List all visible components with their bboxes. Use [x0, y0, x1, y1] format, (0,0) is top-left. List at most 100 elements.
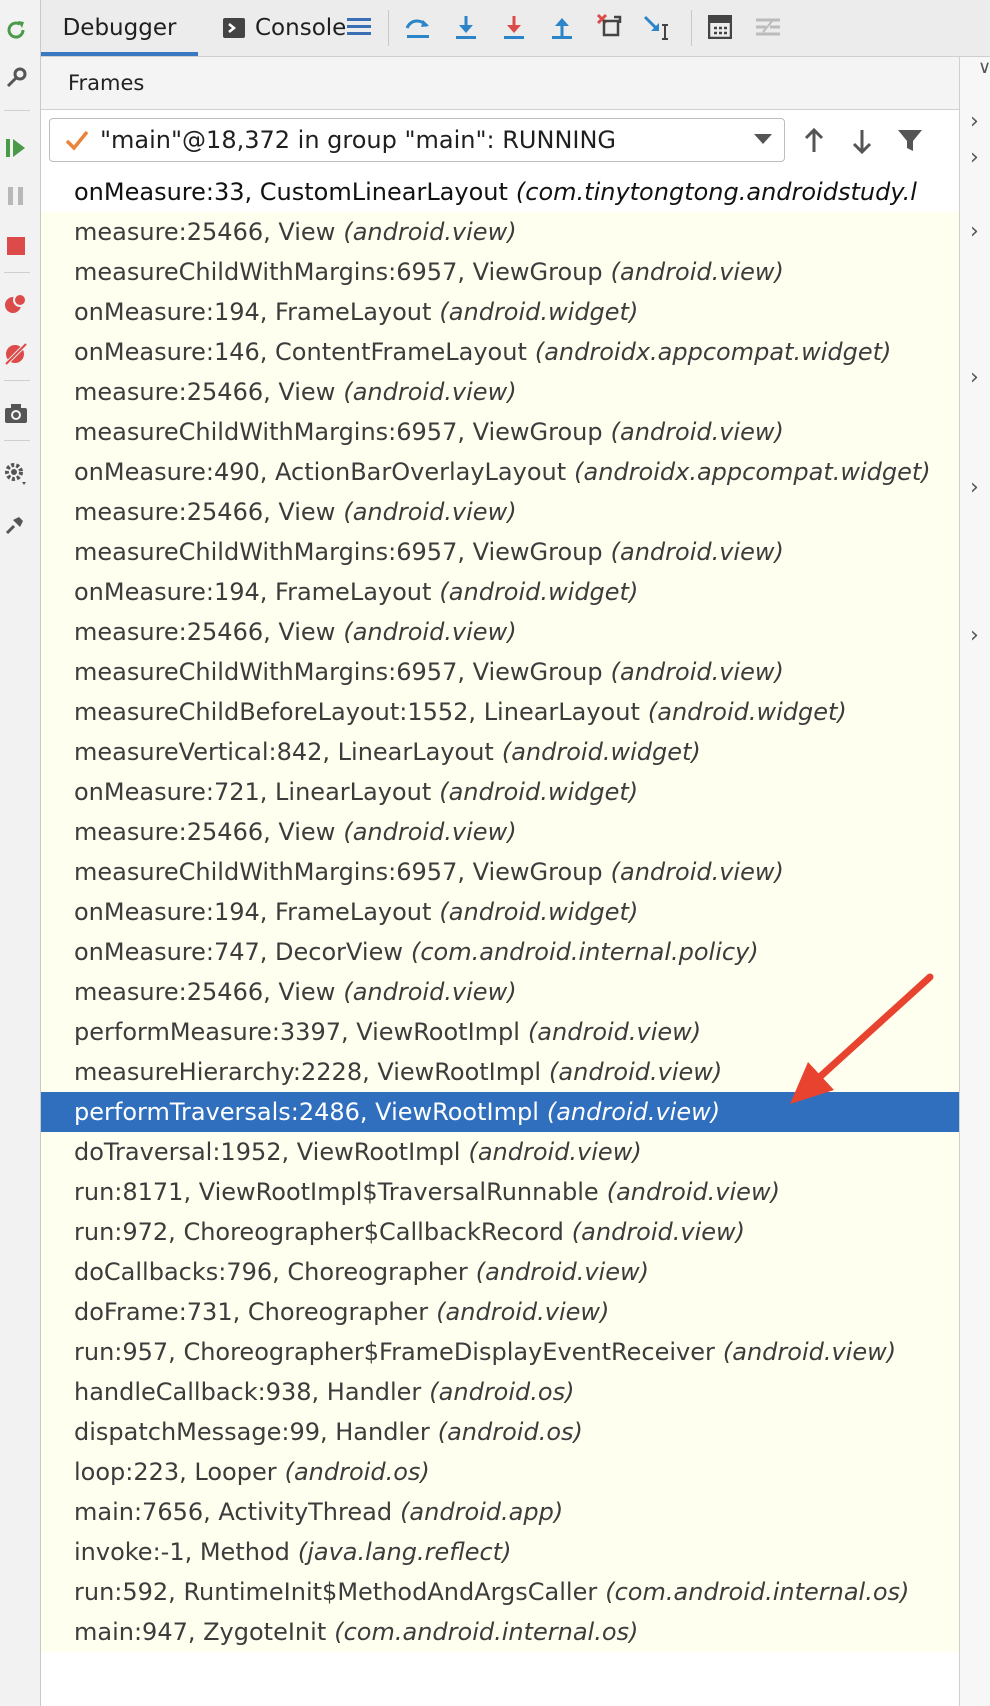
frame-package: (android.view) [343, 218, 517, 246]
frame-row[interactable]: onMeasure:747, DecorView (com.android.int… [41, 932, 959, 972]
frame-row-selected[interactable]: performTraversals:2486, ViewRootImpl (and… [41, 1092, 959, 1132]
frame-package: (android.view) [610, 258, 784, 286]
expand-chevron-icon[interactable]: › [970, 475, 979, 500]
frame-method: doCallbacks:796, Choreographer [74, 1258, 468, 1286]
run-to-cursor-icon[interactable] [643, 12, 673, 42]
frame-row[interactable]: run:8171, ViewRootImpl$TraversalRunnable… [41, 1172, 959, 1212]
frame-row[interactable]: onMeasure:194, FrameLayout (android.widge… [41, 892, 959, 932]
frame-row[interactable]: measure:25466, View (android.view) [41, 612, 959, 652]
evaluate-expression-icon[interactable] [705, 12, 735, 42]
frame-row[interactable]: loop:223, Looper (android.os) [41, 1452, 959, 1492]
frame-row[interactable]: onMeasure:194, FrameLayout (android.widge… [41, 572, 959, 612]
frame-row[interactable]: doTraversal:1952, ViewRootImpl (android.v… [41, 1132, 959, 1172]
resume-icon[interactable] [2, 134, 30, 162]
expand-chevron-icon[interactable]: › [970, 219, 979, 244]
threads-menu-icon[interactable] [344, 12, 374, 42]
thread-selector-dropdown[interactable]: "main"@18,372 in group "main": RUNNING [49, 118, 785, 162]
frame-row[interactable]: handleCallback:938, Handler (android.os) [41, 1372, 959, 1412]
chevron-down-icon [754, 134, 772, 144]
frame-method: dispatchMessage:99, Handler [74, 1418, 430, 1446]
camera-icon[interactable] [2, 400, 30, 428]
drop-frame-icon[interactable] [595, 12, 625, 42]
frame-method: onMeasure:33, CustomLinearLayout [74, 178, 508, 206]
expand-chevron-icon[interactable]: › [970, 365, 979, 390]
frame-row[interactable]: onMeasure:490, ActionBarOverlayLayout (an… [41, 452, 959, 492]
frame-method: run:957, Choreographer$FrameDisplayEvent… [74, 1338, 715, 1366]
frame-row[interactable]: doFrame:731, Choreographer (android.view) [41, 1292, 959, 1332]
frame-row[interactable]: doCallbacks:796, Choreographer (android.v… [41, 1252, 959, 1292]
frame-row[interactable]: measure:25466, View (android.view) [41, 372, 959, 412]
frame-row[interactable]: measureChildWithMargins:6957, ViewGroup(… [41, 652, 959, 692]
frame-row[interactable]: main:7656, ActivityThread (android.app) [41, 1492, 959, 1532]
frame-method: main:7656, ActivityThread [74, 1498, 393, 1526]
frame-method: doFrame:731, Choreographer [74, 1298, 429, 1326]
frame-row[interactable]: measure:25466, View (android.view) [41, 812, 959, 852]
expand-chevron-icon[interactable]: › [970, 109, 979, 134]
tab-debugger[interactable]: Debugger [41, 0, 198, 56]
frame-row[interactable]: run:972, Choreographer$CallbackRecord (an… [41, 1212, 959, 1252]
step-into-icon[interactable] [499, 12, 529, 42]
checkmark-icon [65, 130, 89, 151]
tab-console[interactable]: Console [223, 0, 346, 56]
step-over-icon[interactable] [451, 12, 481, 42]
thread-selector-value: "main"@18,372 in group "main": RUNNING [100, 126, 617, 154]
frame-row[interactable]: measureChildWithMargins:6957, ViewGroup(… [41, 252, 959, 292]
frame-method: measureChildBeforeLayout:1552, LinearLay… [74, 698, 640, 726]
frames-list-empty-area [41, 1652, 959, 1706]
step-out-icon[interactable] [547, 12, 577, 42]
frame-row[interactable]: invoke:-1, Method (java.lang.reflect) [41, 1532, 959, 1572]
view-breakpoints-icon[interactable] [2, 290, 30, 318]
expand-chevron-icon[interactable]: › [970, 145, 979, 170]
frame-package: (android.view) [610, 658, 784, 686]
frame-method: main:947, ZygoteInit [74, 1618, 327, 1646]
frame-row[interactable]: run:592, RuntimeInit$MethodAndArgsCaller… [41, 1572, 959, 1612]
frame-package: (com.android.internal.os) [334, 1618, 639, 1646]
tab-debugger-label: Debugger [62, 15, 177, 41]
frame-package: (android.widget) [439, 578, 639, 606]
frame-row[interactable]: measure:25466, View (android.view) [41, 212, 959, 252]
frame-row[interactable]: dispatchMessage:99, Handler (android.os) [41, 1412, 959, 1452]
next-frame-button[interactable] [845, 124, 879, 158]
mute-breakpoints-icon[interactable] [2, 340, 30, 368]
rerun-icon[interactable] [2, 16, 30, 44]
frame-row[interactable]: run:957, Choreographer$FrameDisplayEvent… [41, 1332, 959, 1372]
frame-row[interactable]: performMeasure:3397, ViewRootImpl (androi… [41, 1012, 959, 1052]
frame-package: (android.view) [571, 1218, 746, 1246]
frame-package: (android.os) [437, 1418, 583, 1446]
frame-row[interactable]: measureChildWithMargins:6957, ViewGroup(… [41, 852, 959, 892]
thread-selector-row: "main"@18,372 in group "main": RUNNING [41, 110, 959, 172]
frame-method: run:972, Choreographer$CallbackRecord [74, 1218, 564, 1246]
frame-row[interactable]: measureChildBeforeLayout:1552, LinearLay… [41, 692, 959, 732]
frame-package: (android.app) [400, 1498, 564, 1526]
arrow-up-icon [804, 128, 824, 152]
pin-icon[interactable] [2, 510, 30, 538]
frame-row[interactable]: measureChildWithMargins:6957, ViewGroup(… [41, 412, 959, 452]
previous-frame-button[interactable] [797, 124, 831, 158]
frame-method: performTraversals:2486, ViewRootImpl [74, 1098, 539, 1126]
frame-method: measureVertical:842, LinearLayout [74, 738, 494, 766]
frame-method: measure:25466, View [74, 818, 336, 846]
frame-method: measureChildWithMargins:6957, ViewGroup [74, 538, 603, 566]
frame-row[interactable]: onMeasure:146, ContentFrameLayout (androi… [41, 332, 959, 372]
expand-chevron-icon[interactable]: › [970, 623, 979, 648]
stop-icon[interactable] [2, 232, 30, 260]
frame-package: (android.view) [606, 1178, 780, 1206]
frame-row[interactable]: measureChildWithMargins:6957, ViewGroup(… [41, 532, 959, 572]
frame-row[interactable]: measure:25466, View (android.view) [41, 972, 959, 1012]
frame-row[interactable]: main:947, ZygoteInit (com.android.interna… [41, 1612, 959, 1652]
frame-method: doTraversal:1952, ViewRootImpl [74, 1138, 461, 1166]
frame-row[interactable]: onMeasure:721, LinearLayout (android.widg… [41, 772, 959, 812]
trace-icon[interactable] [753, 12, 783, 42]
show-execution-point-icon[interactable] [403, 12, 433, 42]
frame-method: onMeasure:146, ContentFrameLayout [74, 338, 527, 366]
frame-row[interactable]: measureVertical:842, LinearLayout (androi… [41, 732, 959, 772]
gear-icon[interactable] [2, 460, 30, 488]
filter-frames-button[interactable] [893, 124, 927, 158]
chevron-down-icon[interactable]: ∨ [978, 57, 990, 78]
frame-row[interactable]: measureHierarchy:2228, ViewRootImpl (andr… [41, 1052, 959, 1092]
frame-row[interactable]: onMeasure:33, CustomLinearLayout (com.tin… [41, 172, 959, 212]
settings-wrench-icon[interactable] [2, 64, 30, 92]
frame-row[interactable]: measure:25466, View (android.view) [41, 492, 959, 532]
pause-icon[interactable] [2, 182, 30, 210]
frame-row[interactable]: onMeasure:194, FrameLayout (android.widge… [41, 292, 959, 332]
